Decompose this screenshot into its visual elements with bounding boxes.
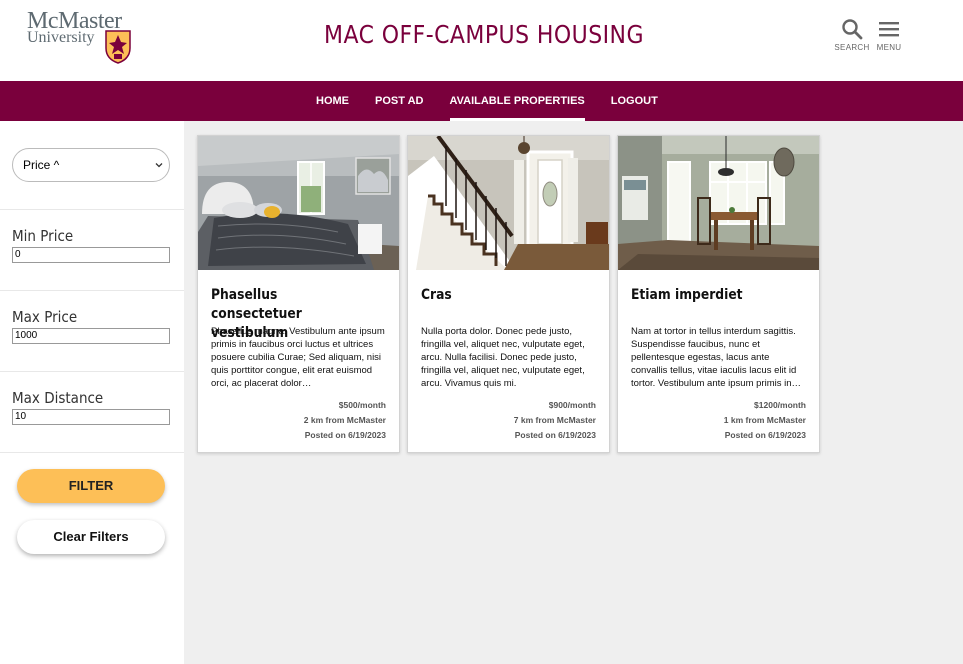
listings-area: Phasellus consectetuer vestibulum Phasel… bbox=[184, 121, 963, 664]
menu-button[interactable]: MENU bbox=[869, 18, 909, 60]
listing-description: Nam at tortor in tellus interdum sagitti… bbox=[631, 326, 802, 389]
search-button[interactable]: SEARCH bbox=[832, 18, 872, 60]
dining-room-photo bbox=[618, 136, 819, 270]
main-navigation: HOME POST AD AVAILABLE PROPERTIES LOGOUT bbox=[0, 81, 963, 121]
site-title: MAC OFF-CAMPUS HOUSING bbox=[324, 20, 644, 49]
listing-title[interactable]: Etiam imperdiet bbox=[631, 286, 789, 305]
listing-posted-date: Posted on 6/19/2023 bbox=[514, 430, 596, 440]
listing-posted-date: Posted on 6/19/2023 bbox=[304, 430, 386, 440]
max-distance-label: Max Distance bbox=[12, 389, 104, 407]
nav-item-available-properties[interactable]: AVAILABLE PROPERTIES bbox=[437, 81, 598, 121]
divider bbox=[0, 209, 184, 210]
listing-title[interactable]: Cras bbox=[421, 286, 579, 305]
listing-distance: 1 km from McMaster bbox=[723, 415, 806, 425]
sort-select[interactable]: Price ^ bbox=[12, 148, 170, 182]
filter-sidebar: Price ^ Min Price 0 Max Price 1000 Max D… bbox=[0, 121, 184, 664]
site-header: McMaster University MAC OFF-CAMPUS HOUSI… bbox=[0, 0, 963, 81]
min-price-input[interactable]: 0 bbox=[12, 247, 170, 263]
filter-button[interactable]: FILTER bbox=[17, 469, 165, 503]
menu-label: MENU bbox=[876, 43, 902, 52]
listing-price: $500/month bbox=[338, 400, 386, 410]
nav-item-home[interactable]: HOME bbox=[303, 81, 362, 121]
max-distance-input[interactable]: 10 bbox=[12, 409, 170, 425]
listing-description: Phasellus magna. Vestibulum ante ipsum p… bbox=[211, 326, 385, 389]
nav-item-logout[interactable]: LOGOUT bbox=[598, 81, 671, 121]
entryway-stairs-photo bbox=[408, 136, 609, 270]
listing-price: $900/month bbox=[548, 400, 596, 410]
divider bbox=[0, 371, 184, 372]
listing-card[interactable]: Etiam imperdiet Nam at tortor in tellus … bbox=[617, 135, 820, 453]
max-price-label: Max Price bbox=[12, 308, 78, 326]
listing-posted-date: Posted on 6/19/2023 bbox=[724, 430, 806, 440]
search-icon bbox=[842, 19, 863, 40]
max-price-input[interactable]: 1000 bbox=[12, 328, 170, 344]
listing-price: $1200/month bbox=[754, 400, 806, 410]
listing-card[interactable]: Phasellus consectetuer vestibulum Phasel… bbox=[197, 135, 400, 453]
divider bbox=[0, 452, 184, 453]
listing-description: Nulla porta dolor. Donec pede justo, fri… bbox=[421, 326, 585, 389]
clear-filters-button[interactable]: Clear Filters bbox=[17, 520, 165, 554]
bedroom-photo bbox=[198, 136, 399, 270]
divider bbox=[0, 290, 184, 291]
min-price-label: Min Price bbox=[12, 227, 74, 245]
sort-select-value: Price ^ bbox=[23, 158, 60, 172]
listing-distance: 2 km from McMaster bbox=[303, 415, 386, 425]
hamburger-menu-icon bbox=[879, 22, 899, 37]
listing-card[interactable]: Cras Nulla porta dolor. Donec pede justo… bbox=[407, 135, 610, 453]
nav-item-post-ad[interactable]: POST AD bbox=[362, 81, 437, 121]
chevron-down-icon bbox=[155, 163, 163, 168]
search-label: SEARCH bbox=[834, 43, 870, 52]
listing-distance: 7 km from McMaster bbox=[513, 415, 596, 425]
